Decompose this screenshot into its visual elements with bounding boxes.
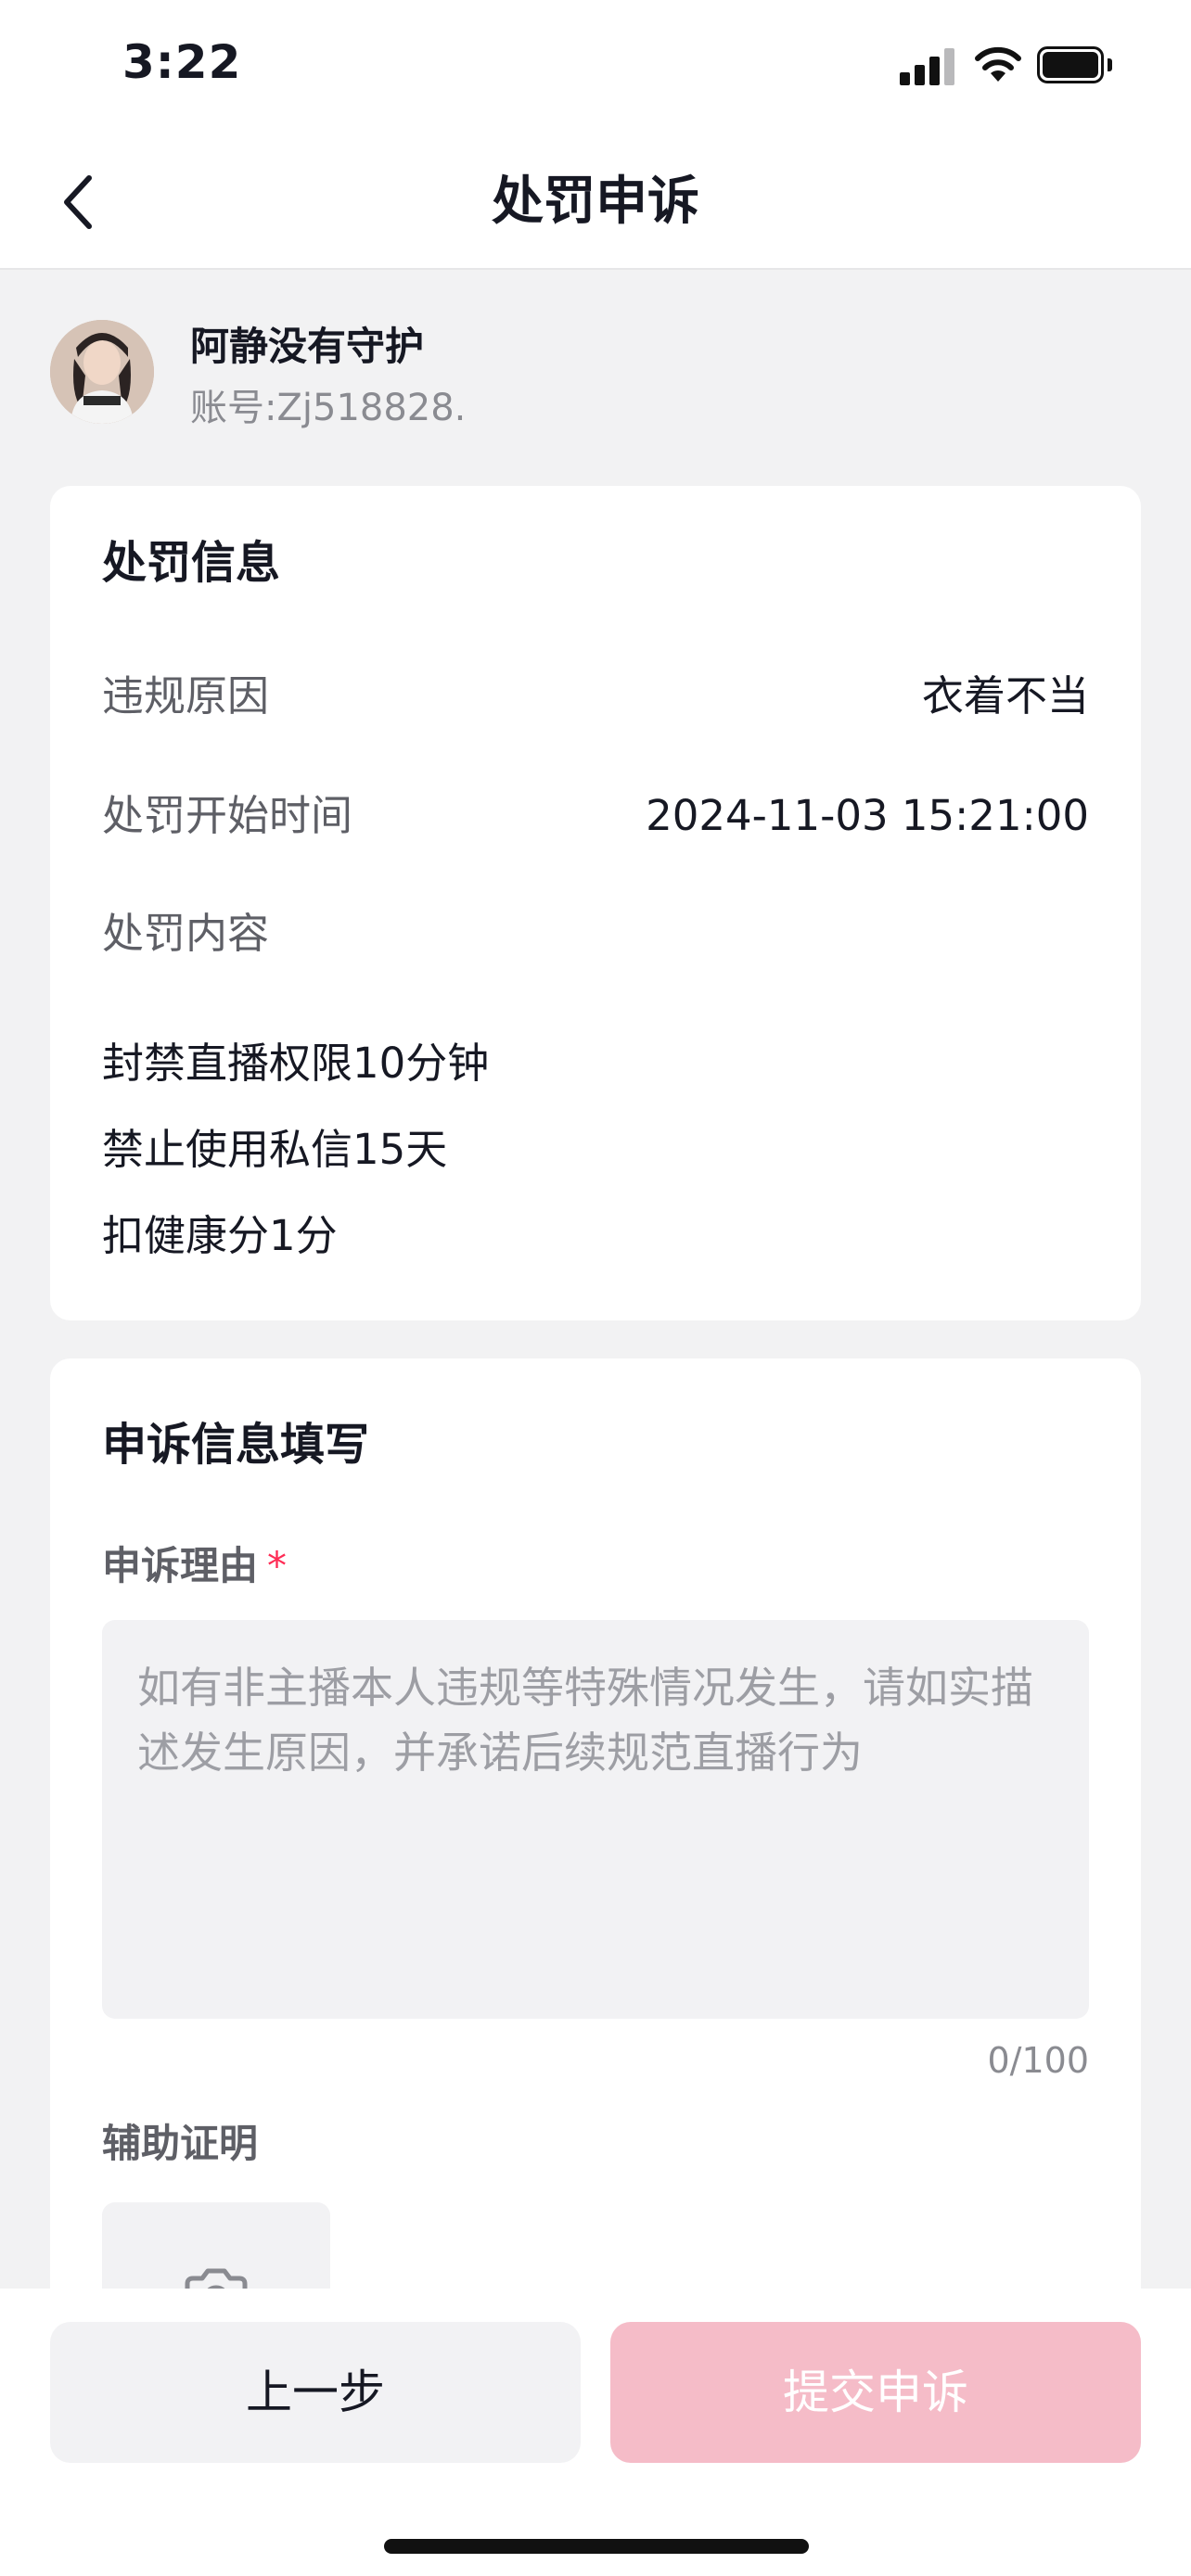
avatar bbox=[50, 320, 154, 424]
status-bar: 3:22 bbox=[0, 0, 1191, 134]
status-time: 3:22 bbox=[122, 35, 242, 89]
user-name: 阿静没有守护 bbox=[190, 324, 425, 369]
violation-reason-label: 违规原因 bbox=[102, 671, 270, 721]
account-id: 账号:Zj518828. bbox=[190, 387, 467, 429]
penalty-start-time-value: 2024-11-03 15:21:00 bbox=[646, 791, 1089, 840]
violation-reason-value: 衣着不当 bbox=[921, 671, 1089, 721]
previous-step-button[interactable]: 上一步 bbox=[50, 2322, 581, 2463]
submit-appeal-button[interactable]: 提交申诉 bbox=[610, 2322, 1141, 2463]
penalty-start-time-label: 处罚开始时间 bbox=[102, 791, 353, 840]
page-title: 处罚申诉 bbox=[492, 172, 699, 232]
appeal-reason-label-text: 申诉理由 bbox=[102, 1543, 259, 1588]
bottom-action-bar: 上一步 提交申诉 bbox=[0, 2289, 1191, 2576]
home-indicator bbox=[384, 2539, 809, 2554]
penalty-content-item: 禁止使用私信15天 bbox=[102, 1125, 448, 1174]
penalty-content-label: 处罚内容 bbox=[102, 909, 270, 958]
penalty-content-item: 扣健康分1分 bbox=[102, 1211, 338, 1260]
evidence-label: 辅助证明 bbox=[102, 2121, 259, 2166]
required-mark: * bbox=[267, 1543, 288, 1588]
appeal-form-title: 申诉信息填写 bbox=[102, 1419, 370, 1471]
char-counter: 0/100 bbox=[987, 2040, 1089, 2081]
appeal-form-card: 申诉信息填写 申诉理由 * 如有非主播本人违规等特殊情况发生，请如实描述发生原因，… bbox=[50, 1358, 1141, 2351]
appeal-reason-label: 申诉理由 * bbox=[102, 1539, 287, 1593]
penalty-content-item: 封禁直播权限10分钟 bbox=[102, 1039, 490, 1088]
battery-icon bbox=[1037, 46, 1113, 85]
penalty-info-card: 处罚信息 违规原因 衣着不当 处罚开始时间 2024-11-03 15:21:0… bbox=[50, 486, 1141, 1320]
penalty-info-title: 处罚信息 bbox=[102, 537, 281, 589]
nav-header: 处罚申诉 bbox=[0, 134, 1191, 270]
appeal-reason-textarea[interactable]: 如有非主播本人违规等特殊情况发生，请如实描述发生原因，并承诺后续规范直播行为 bbox=[102, 1620, 1089, 2019]
wifi-icon bbox=[975, 46, 1021, 82]
cellular-signal-icon bbox=[900, 48, 955, 85]
